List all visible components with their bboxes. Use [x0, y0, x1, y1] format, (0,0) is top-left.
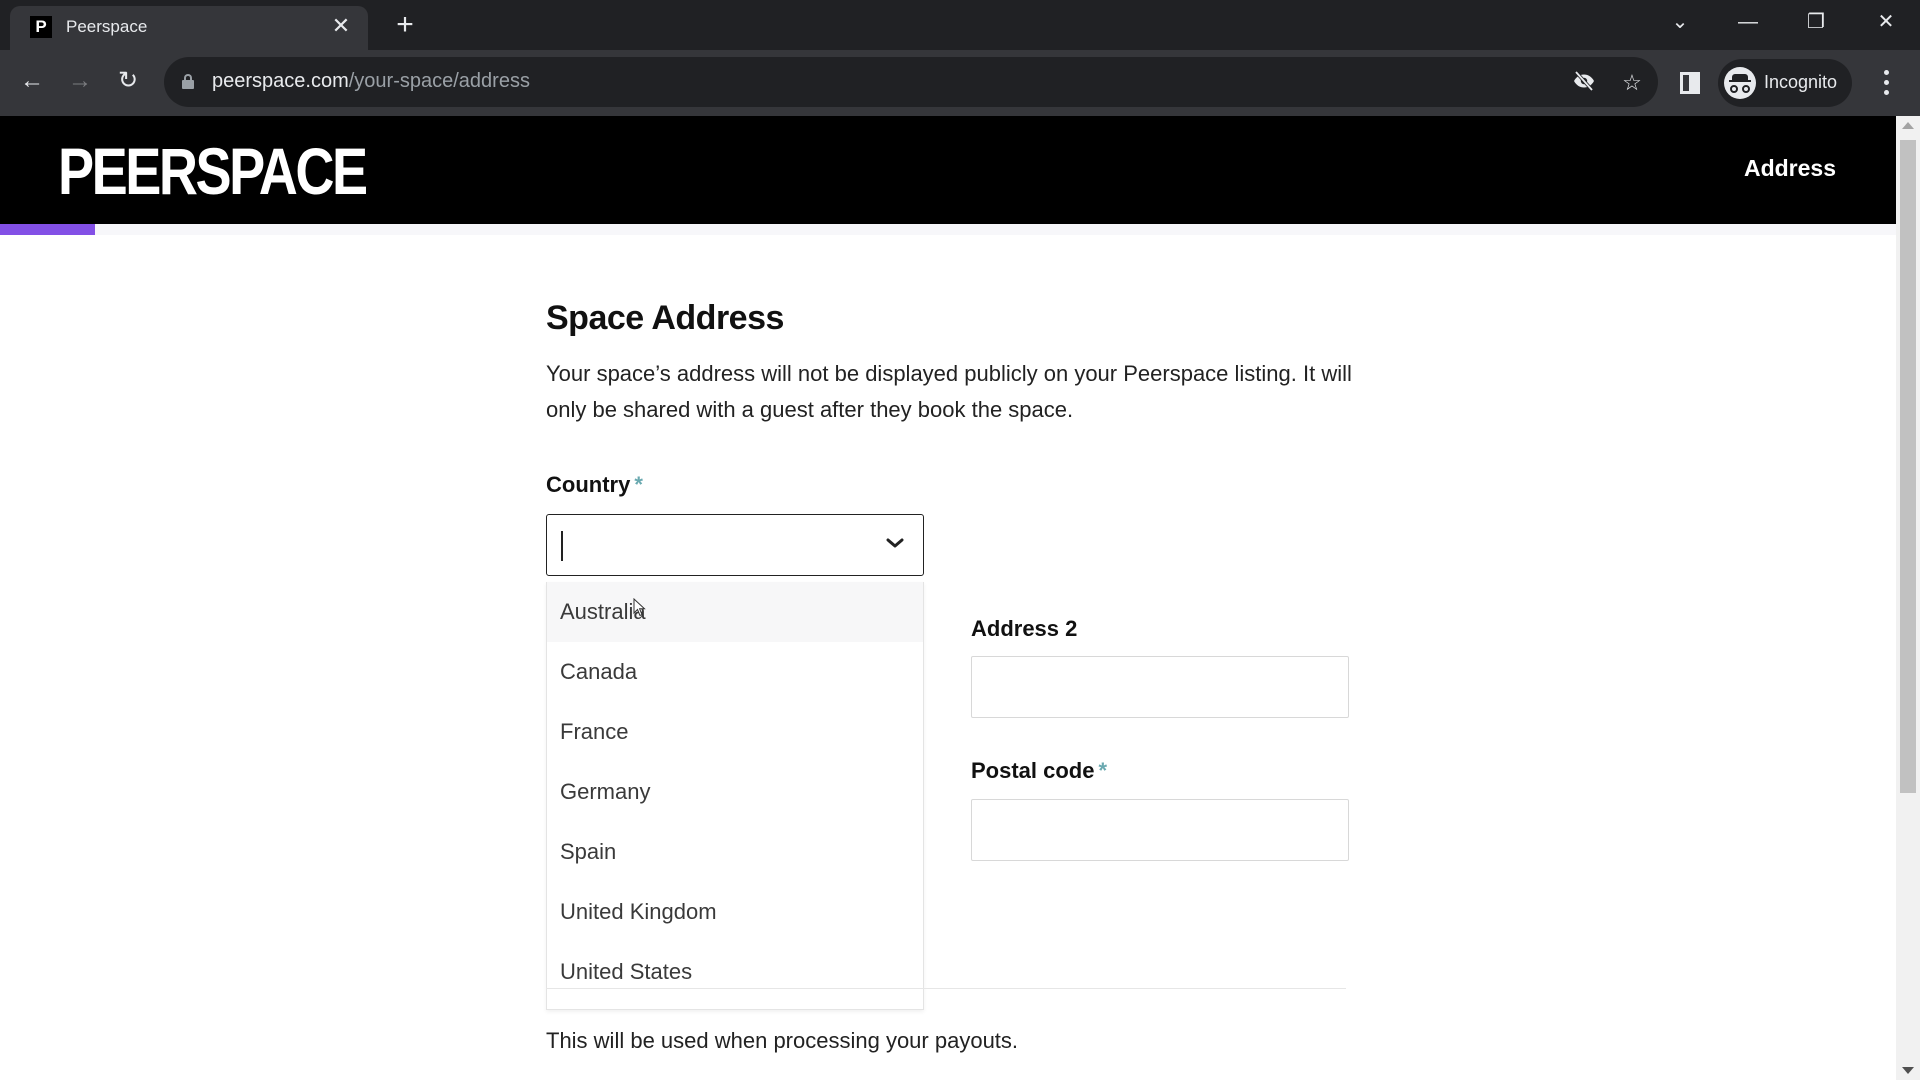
- required-asterisk: *: [1098, 758, 1108, 783]
- page-scrollbar[interactable]: [1896, 116, 1920, 1080]
- progress-bar-fill: [0, 224, 95, 235]
- browser-toolbar: ← → ↻ peerspace.com/your-space/address ☆…: [0, 50, 1920, 116]
- payout-note: This will be used when processing your p…: [546, 1028, 1019, 1053]
- side-panel-icon[interactable]: [1680, 72, 1700, 94]
- address-bar[interactable]: peerspace.com/your-space/address ☆: [164, 57, 1658, 107]
- page-title: Space Address: [546, 299, 784, 337]
- incognito-profile-button[interactable]: Incognito: [1718, 59, 1852, 107]
- country-option[interactable]: Canada: [547, 642, 923, 702]
- postal-code-input[interactable]: [971, 799, 1349, 861]
- incognito-label: Incognito: [1764, 72, 1838, 92]
- mouse-pointer-icon: [633, 598, 646, 617]
- bookmark-star-icon[interactable]: ☆: [1618, 69, 1646, 97]
- country-select-input[interactable]: [546, 514, 924, 576]
- postal-code-label: Postal code *: [971, 758, 1107, 784]
- country-label-text: Country: [546, 472, 631, 497]
- scrollbar-thumb[interactable]: [1900, 140, 1916, 793]
- tab-title: Peerspace: [66, 17, 148, 36]
- country-option[interactable]: United Kingdom: [547, 882, 923, 942]
- peerspace-logo[interactable]: PEERSPACE: [58, 138, 368, 204]
- restore-window-button[interactable]: ❐: [1796, 6, 1836, 38]
- scroll-up-arrow-icon[interactable]: [1902, 122, 1914, 129]
- reload-button[interactable]: ↻: [110, 63, 146, 99]
- chevron-down-icon[interactable]: [885, 533, 905, 553]
- country-option[interactable]: United States: [547, 942, 923, 1002]
- country-option[interactable]: Spain: [547, 822, 923, 882]
- url-domain: peerspace.com: [212, 70, 349, 92]
- new-tab-button[interactable]: +: [390, 10, 420, 40]
- peerspace-favicon-icon: P: [30, 16, 52, 38]
- header-step-title: Address: [1743, 155, 1836, 181]
- country-option[interactable]: Germany: [547, 762, 923, 822]
- postal-code-label-text: Postal code: [971, 758, 1095, 783]
- page-viewport: PEERSPACE Address Space Address Your spa…: [0, 116, 1896, 1080]
- address2-input[interactable]: [971, 656, 1349, 718]
- close-window-button[interactable]: ✕: [1866, 6, 1906, 38]
- required-asterisk: *: [634, 472, 643, 497]
- incognito-icon: [1724, 67, 1756, 99]
- onboarding-progress-bar: [0, 224, 1896, 235]
- address2-label: Address 2: [971, 616, 1078, 641]
- tab-close-icon[interactable]: ✕: [328, 13, 354, 39]
- country-dropdown-list: Australia Canada France Germany Spain Un…: [546, 582, 924, 1010]
- scroll-down-arrow-icon[interactable]: [1902, 1067, 1914, 1074]
- minimize-window-button[interactable]: —: [1728, 6, 1768, 38]
- text-caret: [561, 531, 563, 561]
- tracking-protection-eye-off-icon[interactable]: [1570, 69, 1598, 97]
- url-text[interactable]: peerspace.com/your-space/address: [212, 70, 530, 93]
- page-description: Your space’s address will not be display…: [546, 361, 1352, 422]
- forward-button[interactable]: →: [62, 63, 98, 99]
- country-option[interactable]: Australia: [547, 582, 923, 642]
- section-divider: [546, 988, 1346, 989]
- tab-strip: P Peerspace ✕ + ⌄ — ❐ ✕: [0, 0, 1920, 50]
- browser-menu-kebab-icon[interactable]: [1876, 68, 1896, 98]
- tab-search-icon[interactable]: ⌄: [1660, 6, 1700, 38]
- site-header: PEERSPACE Address: [0, 116, 1896, 224]
- back-button[interactable]: ←: [14, 63, 50, 99]
- url-path: /your-space/address: [348, 70, 530, 92]
- country-label: Country *: [546, 472, 643, 498]
- lock-icon[interactable]: [182, 74, 194, 89]
- country-option[interactable]: France: [547, 702, 923, 762]
- browser-tab-active[interactable]: P Peerspace ✕: [10, 6, 368, 50]
